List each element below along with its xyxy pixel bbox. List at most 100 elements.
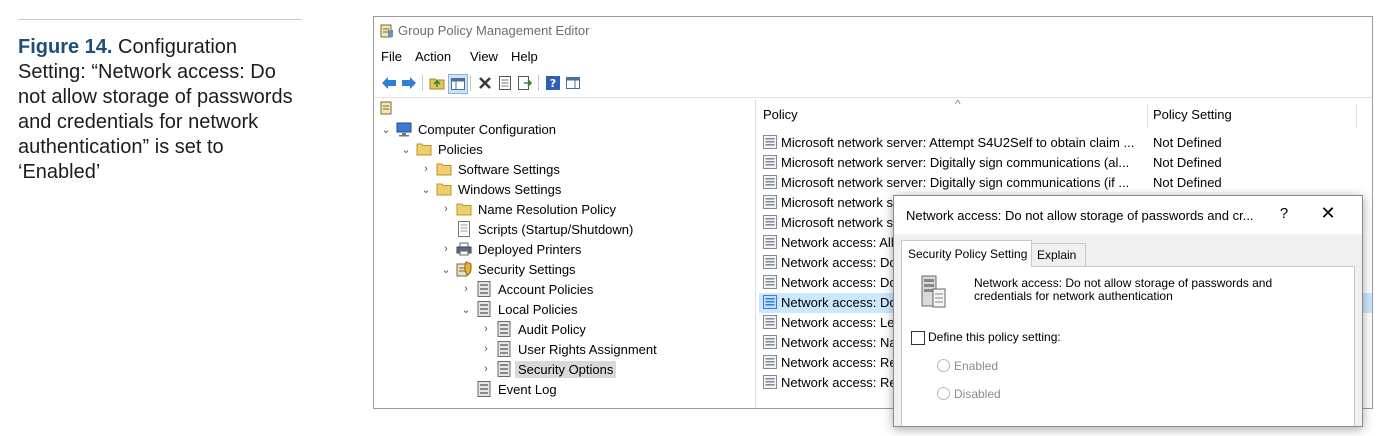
- policy-name: Network access: Do: [781, 255, 897, 270]
- folder-icon: [436, 181, 452, 197]
- policy-name: Microsoft network server: Digitally sign…: [781, 155, 1130, 170]
- printer-icon: [456, 241, 472, 257]
- properties-icon[interactable]: [496, 74, 514, 92]
- policy-row[interactable]: Microsoft network server: Digitally sign…: [759, 173, 1372, 193]
- export-list-icon[interactable]: [516, 74, 534, 92]
- policy-icon: [496, 321, 512, 337]
- disabled-radio[interactable]: [937, 387, 950, 400]
- policy-icon: [763, 355, 777, 372]
- security-settings-icon: [456, 261, 472, 277]
- policy-name: Network access: Re: [781, 375, 897, 390]
- tree-item-label: Scripts (Startup/Shutdown): [478, 221, 634, 237]
- policy-icon: [763, 135, 777, 152]
- forward-arrow-icon[interactable]: [400, 74, 418, 92]
- toolbar-separator: [422, 75, 423, 91]
- tree-item[interactable]: › Security Options: [480, 359, 617, 379]
- policy-description-line1: Network access: Do not allow storage of …: [974, 276, 1273, 290]
- tree-item-label: Local Policies: [498, 301, 578, 317]
- chevron-right-icon[interactable]: ›: [460, 283, 472, 295]
- tree-item-label: Name Resolution Policy: [478, 201, 617, 217]
- policy-icon: [763, 335, 777, 352]
- chevron-right-icon[interactable]: ›: [440, 203, 452, 215]
- root-node-icon[interactable]: [380, 101, 394, 120]
- policy-name: Network access: Na: [781, 335, 897, 350]
- policy-icon: [763, 235, 777, 252]
- chevron-down-icon[interactable]: ⌄: [380, 123, 392, 136]
- policy-icon: [476, 381, 492, 397]
- menu-view[interactable]: View: [470, 49, 498, 64]
- dialog-help-button[interactable]: ?: [1274, 205, 1294, 222]
- folder-icon: [436, 161, 452, 177]
- figure-label: Figure 14.: [18, 36, 113, 58]
- policy-row[interactable]: Microsoft network server: Digitally sign…: [759, 153, 1372, 173]
- toolbar: ?: [374, 69, 1372, 98]
- toolbar-separator: [538, 75, 539, 91]
- menu-action[interactable]: Action: [415, 49, 451, 64]
- show-hide-tree-icon[interactable]: [448, 74, 468, 94]
- window-titlebar: Group Policy Management Editor: [374, 17, 1372, 45]
- chevron-right-icon[interactable]: ›: [480, 343, 492, 355]
- policy-icon: [763, 295, 777, 312]
- tab-label: Security Policy Setting: [908, 247, 1028, 261]
- tree-item-label: User Rights Assignment: [518, 341, 657, 357]
- tree-item[interactable]: Scripts (Startup/Shutdown): [440, 219, 633, 239]
- policy-description-line2: credentials for network authentication: [974, 289, 1173, 303]
- tree-item[interactable]: › User Rights Assignment: [480, 339, 657, 359]
- tree-item[interactable]: › Account Policies: [460, 279, 593, 299]
- tab-explain[interactable]: Explain: [1030, 243, 1086, 267]
- chevron-down-icon[interactable]: ⌄: [460, 303, 472, 316]
- window-title: Group Policy Management Editor: [398, 23, 590, 38]
- tree-item[interactable]: ⌄ Security Settings: [440, 259, 576, 279]
- up-folder-icon[interactable]: [428, 74, 446, 92]
- dialog-title: Network access: Do not allow storage of …: [906, 208, 1254, 223]
- tab-label: Explain: [1037, 248, 1077, 262]
- console-tree: ⌄ Computer Configuration ⌄ Policies › Softwar…: [374, 99, 756, 408]
- show-action-pane-icon[interactable]: [564, 74, 582, 92]
- help-icon[interactable]: ?: [544, 74, 562, 92]
- policy-name: Network access: Do: [781, 275, 897, 290]
- chevron-right-icon[interactable]: ›: [420, 163, 432, 175]
- column-divider[interactable]: [1356, 104, 1357, 128]
- tree-item[interactable]: › Deployed Printers: [440, 239, 581, 259]
- tree-item-label: Audit Policy: [518, 321, 586, 337]
- folder-icon: [456, 201, 472, 217]
- script-icon: [456, 221, 472, 237]
- back-arrow-icon[interactable]: [380, 74, 398, 92]
- tree-item[interactable]: › Software Settings: [420, 159, 560, 179]
- tree-item[interactable]: › Name Resolution Policy: [440, 199, 616, 219]
- policy-name: Network access: Re: [781, 355, 897, 370]
- chevron-down-icon[interactable]: ⌄: [400, 143, 412, 156]
- policy-name: Microsoft network server: Digitally sign…: [781, 175, 1130, 190]
- tree-item-label: Software Settings: [458, 161, 560, 177]
- column-header-policy-setting[interactable]: Policy Setting: [1153, 107, 1232, 122]
- menu-file[interactable]: File: [381, 49, 402, 64]
- policy-icon: [763, 275, 777, 292]
- policy-icon: [763, 155, 777, 172]
- tree-item-label: Computer Configuration: [418, 121, 557, 137]
- enabled-radio[interactable]: [937, 359, 950, 372]
- delete-icon[interactable]: [476, 74, 494, 92]
- chevron-right-icon[interactable]: ›: [480, 363, 492, 375]
- tree-item[interactable]: ⌄ Windows Settings: [420, 179, 561, 199]
- chevron-down-icon[interactable]: ⌄: [420, 183, 432, 196]
- tree-item[interactable]: ⌄ Computer Configuration: [380, 119, 556, 139]
- dialog-close-button[interactable]: ✕: [1318, 203, 1338, 224]
- column-divider[interactable]: [1147, 104, 1148, 128]
- policy-icon: [476, 301, 492, 317]
- chevron-right-icon[interactable]: ›: [440, 243, 452, 255]
- chevron-down-icon[interactable]: ⌄: [440, 263, 452, 276]
- define-policy-checkbox[interactable]: [911, 331, 925, 345]
- tree-item[interactable]: ⌄ Local Policies: [460, 299, 578, 319]
- caption-text: Configuration Setting: “Network access: …: [18, 36, 293, 183]
- tree-item[interactable]: Event Log: [460, 379, 557, 399]
- policy-icon: [496, 361, 512, 377]
- menu-bar: File Action View Help: [374, 45, 1372, 69]
- chevron-right-icon[interactable]: ›: [480, 323, 492, 335]
- column-header-policy[interactable]: Policy: [763, 107, 798, 122]
- policy-row[interactable]: Microsoft network server: Attempt S4U2Se…: [759, 133, 1372, 153]
- tab-security-policy-setting[interactable]: Security Policy Setting: [901, 240, 1032, 267]
- menu-help[interactable]: Help: [511, 49, 538, 64]
- app-icon: [380, 24, 394, 43]
- tree-item[interactable]: ⌄ Policies: [400, 139, 482, 159]
- tree-item[interactable]: › Audit Policy: [480, 319, 586, 339]
